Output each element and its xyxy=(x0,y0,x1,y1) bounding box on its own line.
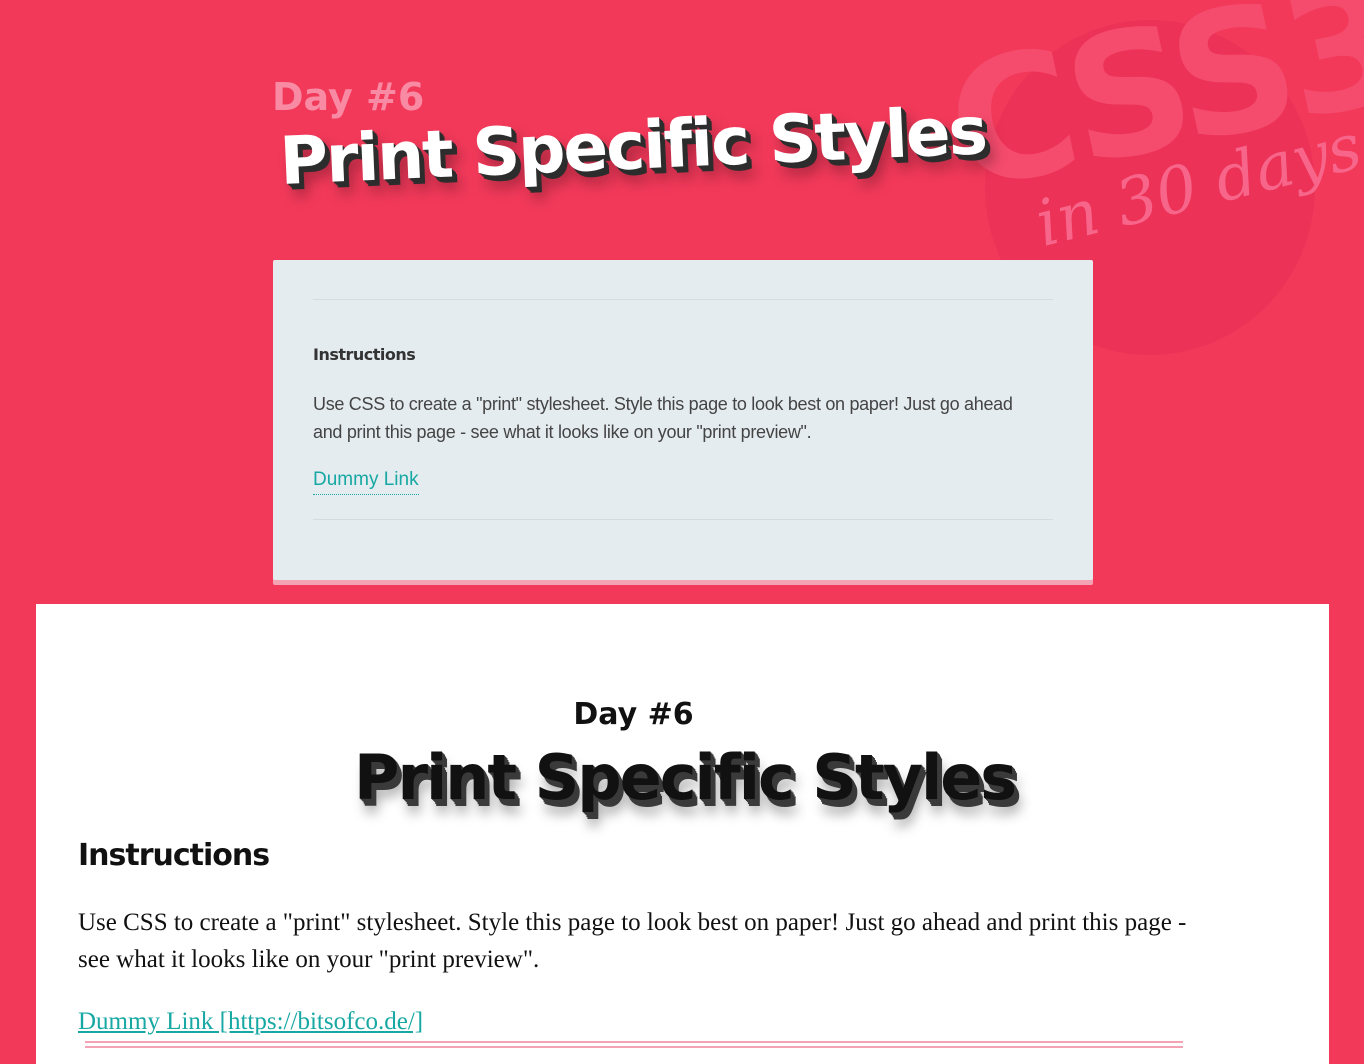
print-instructions-heading: Instructions xyxy=(78,838,270,873)
day-label: Day #6 xyxy=(272,75,425,119)
dummy-link[interactable]: Dummy Link xyxy=(313,466,419,495)
card-divider-top xyxy=(313,299,1053,300)
print-page-title: Print Specific Styles xyxy=(354,741,1017,814)
print-preview-sheet: Day #6 Print Specific Styles Instruction… xyxy=(36,604,1329,1064)
print-dummy-link[interactable]: Dummy Link [https://bitsofco.de/] xyxy=(78,1005,423,1039)
logo-in-30-days-text: in 30 days xyxy=(1028,109,1364,262)
instructions-heading: Instructions xyxy=(313,345,416,364)
print-day-label: Day #6 xyxy=(573,697,694,732)
instructions-text: Use CSS to create a "print" stylesheet. … xyxy=(313,394,1013,442)
card-divider-bottom xyxy=(313,519,1053,520)
print-instructions-text: Use CSS to create a "print" stylesheet. … xyxy=(78,909,1187,973)
instructions-card: Instructions Use CSS to create a "print"… xyxy=(273,260,1093,580)
logo-css3-text: CSS3 xyxy=(932,0,1364,230)
print-divider xyxy=(85,1041,1183,1048)
